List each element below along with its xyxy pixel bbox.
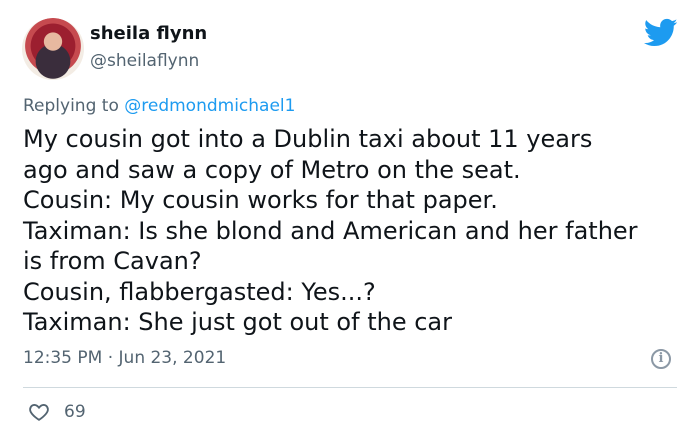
tweet-line: ago and saw a copy of Metro on the seat. [23, 155, 521, 184]
author-handle[interactable]: @sheilaflynn [90, 51, 199, 71]
tweet-line: Cousin, flabbergasted: Yes...? [23, 277, 376, 306]
tweet-line: My cousin got into a Dublin taxi about 1… [23, 125, 593, 153]
twitter-bird-icon[interactable] [644, 18, 678, 48]
avatar[interactable] [22, 18, 84, 80]
tweet-line: Cousin: My cousin works for that paper. [23, 186, 498, 214]
tweet-text: My cousin got into a Dublin taxi about 1… [23, 124, 688, 338]
heart-icon[interactable] [28, 401, 50, 423]
tweet-timestamp[interactable]: 12:35 PM · Jun 23, 2021 [23, 348, 226, 368]
author-name[interactable]: sheila flynn [90, 23, 207, 44]
reply-context: Replying to @redmondmichael1 [23, 96, 295, 116]
like-count: 69 [64, 402, 86, 422]
reply-mention-link[interactable]: @redmondmichael1 [124, 96, 295, 116]
tweet-line: Taximan: Is she blond and American and h… [23, 216, 638, 245]
tweet-line: Taximan: She just got out of the car [23, 308, 452, 336]
info-icon[interactable]: i [651, 349, 671, 369]
tweet-line: is from Cavan? [23, 247, 202, 275]
divider [23, 387, 677, 388]
reply-prefix: Replying to [23, 96, 119, 116]
